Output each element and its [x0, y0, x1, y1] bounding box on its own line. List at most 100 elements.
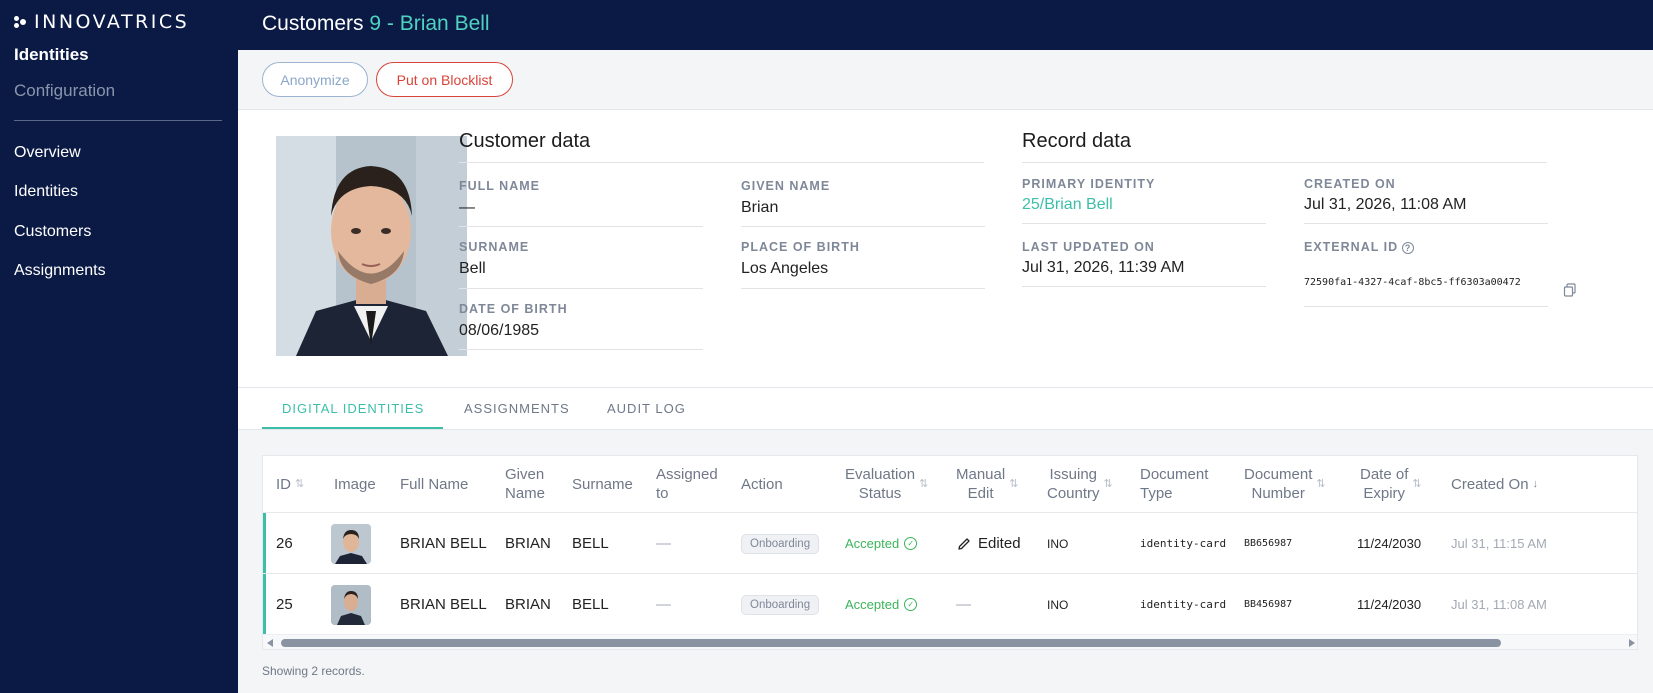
column-header-document-number[interactable]: Document Number ⇅	[1244, 456, 1326, 512]
column-header-document-type-line-2: Type	[1140, 485, 1173, 502]
customer-data-title: Customer data	[459, 130, 591, 152]
column-header-evaluation-status-line-1: Evaluation	[845, 466, 916, 483]
primary-identity-link[interactable]: 25/Brian Bell	[1022, 196, 1113, 214]
cell-created-on: Jul 31, 11:15 AM	[1451, 536, 1547, 551]
column-header-assigned-to-line-2: to	[656, 485, 669, 502]
column-header-manual-edit[interactable]: Manual Edit ⇅	[956, 456, 1018, 512]
column-header-id-text: ID	[276, 475, 291, 493]
horizontal-scrollbar[interactable]	[263, 634, 1637, 649]
cell-issuing-country: INO	[1047, 597, 1069, 612]
pencil-icon	[958, 537, 970, 550]
place-of-birth-label: PLACE OF BIRTH	[741, 240, 860, 254]
tabs-divider	[238, 429, 1653, 430]
column-header-issuing-country[interactable]: Issuing Country ⇅	[1047, 456, 1113, 512]
cell-action: Onboarding	[741, 574, 820, 635]
column-header-document-type[interactable]: Document Type	[1140, 456, 1208, 512]
cell-issuing-country: INO	[1047, 536, 1069, 551]
customer-photo	[276, 136, 467, 356]
last-updated-label: LAST UPDATED ON	[1022, 240, 1155, 254]
sidebar-tab-configuration[interactable]: Configuration	[14, 81, 115, 101]
column-header-surname[interactable]: Surname	[572, 456, 633, 512]
evaluation-status-text: Accepted	[845, 536, 900, 551]
cell-surname: BELL	[572, 596, 609, 613]
column-header-assigned-to[interactable]: Assigned to	[656, 456, 718, 512]
column-header-date-of-expiry-line-2: Expiry	[1363, 485, 1406, 502]
sort-desc-icon: ↓	[1532, 477, 1539, 490]
cell-date-of-expiry: 11/24/2030	[1357, 597, 1422, 612]
digital-identities-table: ID ⇅ Image Full Name Given Name Surname As…	[262, 455, 1638, 650]
identity-thumbnail	[331, 523, 371, 564]
place-of-birth-underline	[741, 288, 985, 289]
cell-id: 26	[276, 535, 293, 552]
sidebar-item-assignments[interactable]: Assignments	[14, 262, 106, 280]
evaluation-status-text: Accepted	[845, 597, 900, 612]
cell-action: Onboarding	[741, 513, 820, 574]
tab-assignments[interactable]: ASSIGNMENTS	[464, 401, 570, 416]
surname-underline	[459, 288, 703, 289]
sidebar-item-identities[interactable]: Identities	[14, 183, 78, 201]
action-toolbar: Anonymize Put on Blocklist	[238, 50, 1653, 110]
sidebar-item-overview[interactable]: Overview	[14, 144, 81, 162]
detail-tabs: DIGITAL IDENTITIES ASSIGNMENTS AUDIT LOG	[238, 388, 1653, 430]
record-data-divider	[1022, 162, 1547, 163]
tab-digital-identities[interactable]: DIGITAL IDENTITIES	[282, 401, 424, 416]
full-name-value: —	[459, 199, 475, 216]
record-data-title: Record data	[1022, 130, 1131, 152]
cell-created-on: Jul 31, 11:08 AM	[1451, 597, 1547, 612]
column-header-full-name[interactable]: Full Name	[400, 456, 468, 512]
primary-identity-underline	[1022, 223, 1266, 224]
table-row[interactable]: 26 BRIAN BELL BRIAN BELL — Onboarding Ac…	[263, 512, 1637, 574]
innovatrics-logo[interactable]: INNOVATRICS	[14, 11, 189, 33]
column-header-created-on[interactable]: Created On ↓	[1451, 456, 1538, 512]
sort-icon: ⇅	[1009, 477, 1019, 490]
column-header-evaluation-status-line-2: Status	[858, 485, 902, 502]
created-on-value: Jul 31, 2026, 11:08 AM	[1304, 196, 1467, 213]
cell-evaluation-status: Accepted ✓	[845, 574, 918, 635]
scroll-left-arrow-icon[interactable]	[267, 639, 273, 647]
sidebar-item-customers[interactable]: Customers	[14, 223, 91, 241]
column-header-manual-edit-line-1: Manual	[956, 466, 1006, 483]
page-title-record: 9 - Brian Bell	[369, 12, 490, 35]
cell-evaluation-status: Accepted ✓	[845, 513, 918, 574]
column-header-action[interactable]: Action	[741, 456, 783, 512]
date-of-birth-value: 08/06/1985	[459, 322, 540, 339]
column-header-date-of-expiry[interactable]: Date of Expiry ⇅	[1360, 456, 1422, 512]
table-row[interactable]: 25 BRIAN BELL BRIAN BELL — Onboarding Ac…	[263, 573, 1637, 635]
scrollbar-thumb[interactable]	[281, 639, 1501, 647]
cell-image[interactable]	[331, 513, 371, 574]
column-header-manual-edit-line-2: Edit	[967, 485, 994, 502]
portrait-image	[276, 136, 467, 356]
copy-icon[interactable]	[1563, 283, 1577, 297]
full-name-underline	[459, 226, 703, 227]
given-name-underline	[741, 226, 985, 227]
cell-assigned-to: —	[656, 535, 671, 552]
given-name-value: Brian	[741, 199, 779, 216]
anonymize-button[interactable]: Anonymize	[262, 62, 368, 97]
cell-given-name: BRIAN	[505, 596, 551, 613]
cell-assigned-to: —	[656, 596, 671, 613]
sidebar-divider	[14, 120, 222, 121]
date-of-birth-label: DATE OF BIRTH	[459, 302, 568, 316]
cell-manual-edit: Edited	[956, 513, 1021, 574]
cell-document-number: BB456987	[1244, 599, 1293, 610]
sort-icon: ⇅	[295, 477, 305, 490]
place-of-birth-value: Los Angeles	[741, 260, 829, 277]
put-on-blocklist-button[interactable]: Put on Blocklist	[376, 62, 513, 97]
column-header-id[interactable]: ID ⇅	[276, 456, 304, 512]
column-header-assigned-to-line-1: Assigned	[656, 466, 718, 483]
cell-image[interactable]	[331, 574, 371, 635]
sidebar: INNOVATRICS Identities Configuration Ove…	[0, 0, 238, 693]
sort-icon: ⇅	[1412, 477, 1422, 490]
sidebar-tab-identities[interactable]: Identities	[14, 45, 89, 65]
cell-document-type: identity-card	[1140, 537, 1227, 550]
scroll-right-arrow-icon[interactable]	[1629, 639, 1635, 647]
column-header-document-type-line-1: Document	[1140, 466, 1209, 483]
column-header-issuing-country-line-1: Issuing	[1049, 466, 1098, 483]
cell-document-type: identity-card	[1140, 598, 1227, 611]
help-icon[interactable]: ?	[1402, 242, 1415, 254]
column-header-evaluation-status[interactable]: Evaluation Status ⇅	[845, 456, 928, 512]
column-header-given-name[interactable]: Given Name	[505, 456, 545, 512]
cell-manual-edit: —	[956, 596, 971, 613]
created-on-label: CREATED ON	[1304, 177, 1396, 191]
tab-audit-log[interactable]: AUDIT LOG	[607, 401, 686, 416]
